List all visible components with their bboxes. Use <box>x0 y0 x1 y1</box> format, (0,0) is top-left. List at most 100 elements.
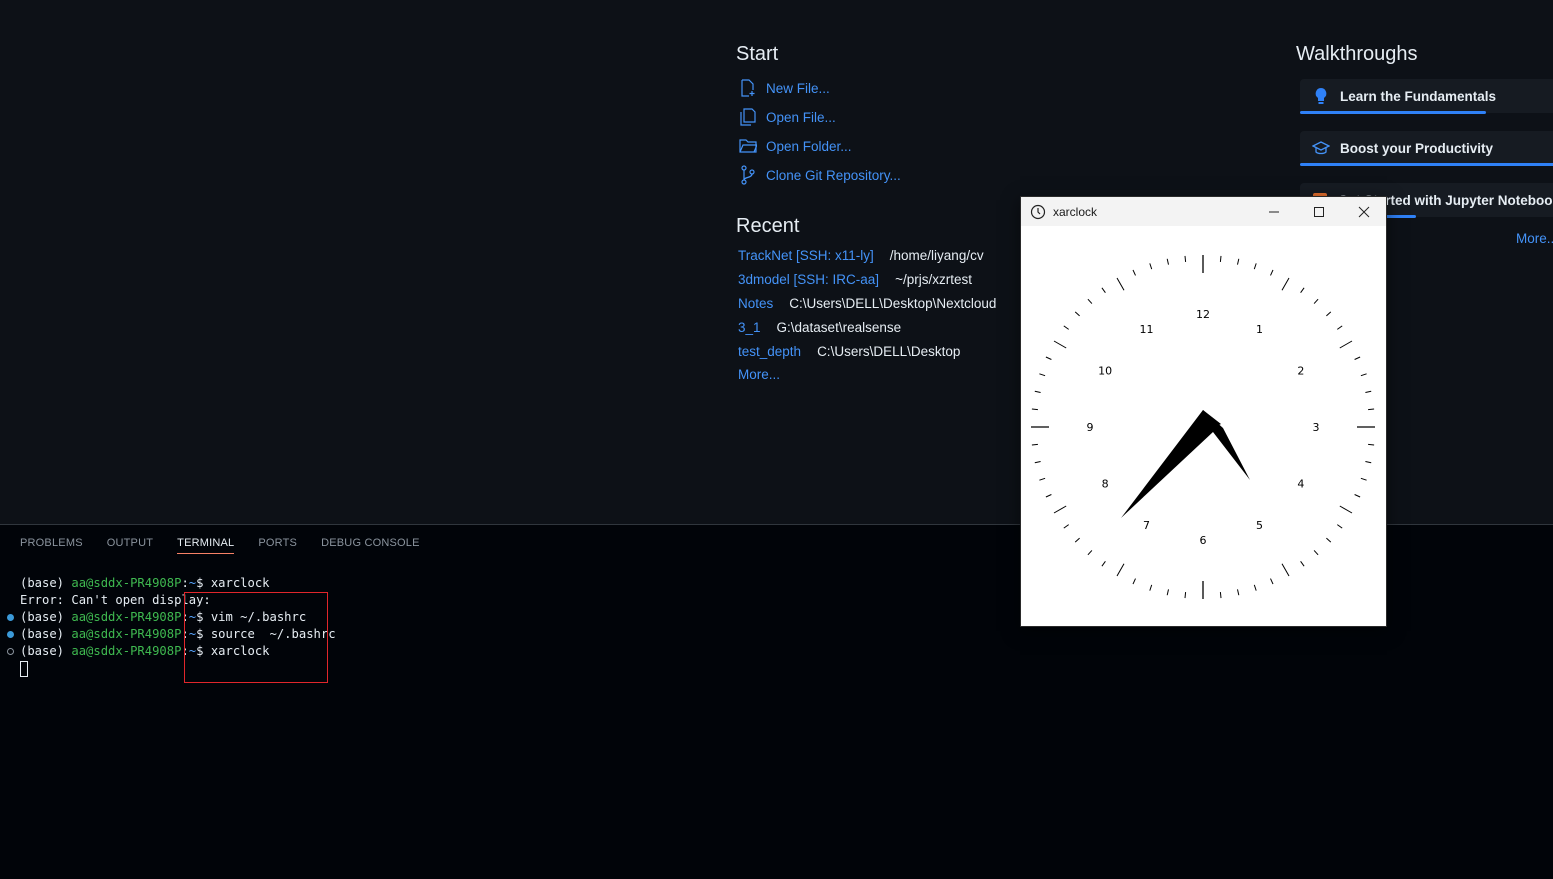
clock-numeral: 7 <box>1143 519 1150 532</box>
recent-item-path: /home/liyang/cv <box>889 247 984 263</box>
walkthroughs-more-link[interactable]: More... <box>1516 231 1553 246</box>
clock-tick <box>1219 592 1222 599</box>
mortarboard-icon <box>1312 139 1330 157</box>
clock-tick <box>1354 494 1361 498</box>
clock-tick <box>1039 373 1046 377</box>
clock-tick <box>1326 311 1332 317</box>
clock-tick <box>1116 277 1125 291</box>
folder-icon <box>738 136 758 156</box>
tab-output[interactable]: OUTPUT <box>107 537 153 554</box>
clock-numeral: 2 <box>1297 365 1304 378</box>
recent-item-name[interactable]: 3_1 <box>738 320 761 335</box>
window-title: xarclock <box>1053 204 1098 219</box>
recent-item-name[interactable]: Notes <box>738 296 773 311</box>
clock-tick <box>1074 311 1080 317</box>
clock-tick <box>1074 537 1080 543</box>
walkthrough-progress <box>1300 163 1553 166</box>
minimize-icon <box>1268 211 1279 212</box>
walkthrough-productivity[interactable]: Boost your Productivity <box>1300 131 1553 166</box>
start-title: Start <box>736 43 779 65</box>
clock-tick <box>1270 269 1274 276</box>
clock-tick <box>1087 550 1093 556</box>
command-status-dot[interactable] <box>7 631 14 638</box>
terminal-cursor <box>20 661 28 677</box>
clock-tick <box>1237 258 1240 265</box>
clock-tick <box>1034 461 1041 464</box>
new-file-link[interactable]: New File... <box>738 76 830 100</box>
recent-item-path: C:\Users\DELL\Desktop\Nextcloud <box>789 295 997 311</box>
clock-tick <box>1132 578 1136 585</box>
close-button[interactable] <box>1341 197 1386 226</box>
clock-tick <box>1339 340 1353 349</box>
clock-numeral: 8 <box>1102 478 1109 491</box>
git-branch-icon <box>738 165 758 185</box>
clock-numeral: 1 <box>1256 323 1263 336</box>
clock-tick <box>1354 356 1361 360</box>
clock-tick <box>1031 443 1038 446</box>
clock-tick <box>1063 524 1069 529</box>
open-file-link[interactable]: Open File... <box>738 105 836 129</box>
recent-item: TrackNet [SSH: x11-ly] /home/liyang/cv <box>738 245 984 265</box>
tab-ports[interactable]: PORTS <box>258 537 297 554</box>
open-file-label: Open File... <box>766 109 836 125</box>
clock-tick <box>1219 255 1222 262</box>
clock-tick <box>1326 537 1332 543</box>
clock-tick <box>1253 263 1257 270</box>
command-status-dot[interactable] <box>7 614 14 621</box>
recent-more-link[interactable]: More... <box>738 367 780 382</box>
clock-tick <box>1045 494 1052 498</box>
clock-numeral: 6 <box>1200 534 1207 547</box>
recent-item-path: G:\dataset\realsense <box>776 319 902 335</box>
clock-tick <box>1270 578 1274 585</box>
recent-item-name[interactable]: 3dmodel [SSH: IRC-aa] <box>738 272 879 287</box>
tab-problems[interactable]: PROBLEMS <box>20 537 83 554</box>
clock-tick <box>1039 477 1046 481</box>
open-folder-link[interactable]: Open Folder... <box>738 134 852 158</box>
window-titlebar[interactable]: xarclock <box>1021 197 1386 226</box>
clock-tick <box>1031 408 1038 411</box>
walkthrough-label: Boost your Productivity <box>1340 140 1494 156</box>
xarclock-window[interactable]: xarclock 12 11 10 9 8 7 6 5 4 3 2 1 <box>1020 196 1387 627</box>
clock-tick <box>1300 287 1305 293</box>
clock-tick <box>1368 443 1375 446</box>
clone-repo-link[interactable]: Clone Git Repository... <box>738 163 901 187</box>
recent-item-path: C:\Users\DELL\Desktop <box>817 343 961 359</box>
maximize-button[interactable] <box>1296 197 1341 226</box>
lightbulb-icon <box>1312 87 1330 105</box>
clock-tick <box>1281 277 1290 291</box>
clock-numeral: 9 <box>1087 421 1094 434</box>
clock-face: 12 11 10 9 8 7 6 5 4 3 2 1 <box>1031 255 1375 599</box>
walkthrough-fundamentals[interactable]: Learn the Fundamentals <box>1300 79 1553 114</box>
clock-tick <box>1184 592 1187 599</box>
tab-debug-console[interactable]: DEBUG CONSOLE <box>321 537 420 554</box>
clock-tick <box>1087 298 1093 304</box>
minute-hand <box>1121 410 1250 518</box>
clock-tick <box>1339 505 1353 514</box>
clock-numeral: 3 <box>1313 421 1320 434</box>
clock-numeral: 4 <box>1297 478 1304 491</box>
clock-numeral: 11 <box>1140 323 1154 336</box>
panel-tabs: PROBLEMS OUTPUT TERMINAL PORTS DEBUG CON… <box>20 537 444 554</box>
clock-tick <box>1034 390 1041 393</box>
minimize-button[interactable] <box>1251 197 1296 226</box>
clock-tick <box>1166 258 1169 265</box>
terminal-line: (base) aa@sddx-PR4908P:~$ xarclock <box>20 576 270 590</box>
command-status-dot[interactable] <box>7 648 14 655</box>
clock-tick <box>1300 561 1305 567</box>
recent-item-name[interactable]: TrackNet [SSH: x11-ly] <box>738 248 874 263</box>
clock-numeral: 12 <box>1196 308 1210 321</box>
clock-tick <box>1116 563 1125 577</box>
clock-tick <box>1337 325 1343 330</box>
maximize-icon <box>1313 206 1324 217</box>
clone-repo-label: Clone Git Repository... <box>766 167 901 183</box>
recent-item: 3_1 G:\dataset\realsense <box>738 317 901 337</box>
tab-terminal[interactable]: TERMINAL <box>177 537 235 554</box>
clock-tick <box>1132 269 1136 276</box>
clock-tick <box>1253 584 1257 591</box>
clock-tick <box>1101 287 1106 293</box>
clock-tick <box>1101 561 1106 567</box>
clock-tick <box>1166 589 1169 596</box>
recent-item-name[interactable]: test_depth <box>738 344 801 359</box>
clock-tick <box>1053 340 1067 349</box>
clock-tick <box>1313 298 1319 304</box>
